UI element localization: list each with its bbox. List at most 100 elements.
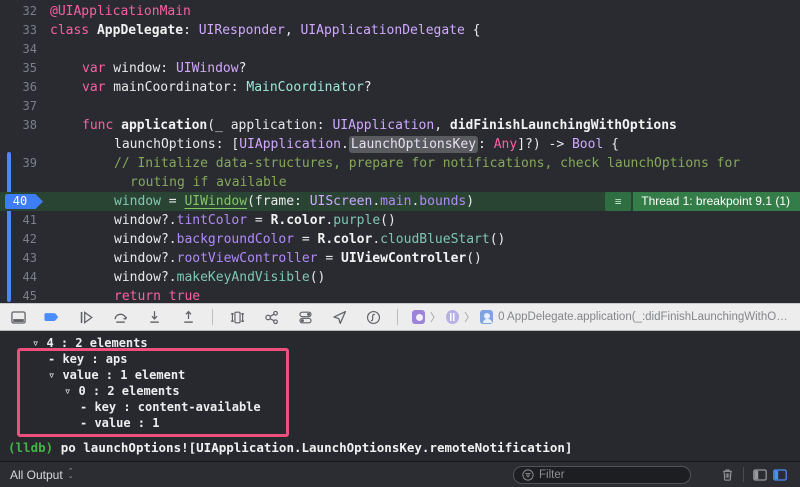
step-into-icon[interactable] (144, 307, 164, 327)
breakpoints-toggle-icon[interactable] (42, 307, 62, 327)
code-line[interactable]: 36var mainCoordinator: MainCoordinator? (0, 78, 800, 97)
code-line[interactable]: 38func application(_ application: UIAppl… (0, 116, 800, 135)
code-text[interactable]: launchOptions: [UIApplication.LaunchOpti… (46, 135, 800, 154)
line-number[interactable] (0, 173, 46, 192)
line-number[interactable] (0, 135, 46, 154)
debug-menu-icon[interactable]: ≡ (605, 192, 631, 211)
console-bottom-bar: All Output ⌃⌄ (0, 461, 800, 487)
code-token: R.color (318, 232, 373, 247)
code-text[interactable]: class AppDelegate: UIResponder, UIApplic… (46, 21, 800, 40)
code-token: . (372, 194, 380, 209)
code-token: var (82, 80, 105, 95)
line-number[interactable]: 44 (0, 268, 46, 287)
code-text[interactable]: var window: UIWindow? (46, 59, 800, 78)
bottom-bar-divider (743, 467, 744, 482)
breakpoint-badge[interactable]: ≡Thread 1: breakpoint 9.1 (1) (605, 192, 800, 211)
code-text[interactable]: // Initalize data-structures, prepare fo… (46, 154, 800, 173)
code-token: { (465, 23, 481, 38)
debug-jump-bar[interactable]: 〉 〉 0 AppDelegate.application(_:didFinis… (412, 309, 792, 325)
code-line[interactable]: 42window?.backgroundColor = R.color.clou… (0, 230, 800, 249)
code-token: (_ application: (207, 118, 332, 133)
line-number[interactable]: 41 (0, 211, 46, 230)
code-line[interactable]: 44window?.makeKeyAndVisible() (0, 268, 800, 287)
code-text[interactable]: @UIApplicationMain (46, 2, 800, 21)
code-token: var (82, 61, 105, 76)
code-token: ]?) -> (517, 137, 572, 152)
line-number[interactable]: 34 (0, 40, 46, 59)
line-number[interactable]: 43 (0, 249, 46, 268)
line-number[interactable]: 33 (0, 21, 46, 40)
code-text[interactable]: routing if available (46, 173, 800, 192)
show-variables-view-icon[interactable] (750, 465, 770, 485)
code-text[interactable]: window?.backgroundColor = R.color.cloudB… (46, 230, 800, 249)
console-filter-field[interactable] (513, 466, 691, 484)
line-number[interactable]: 35 (0, 59, 46, 78)
line-number[interactable]: 40 (0, 192, 46, 211)
line-number[interactable]: 38 (0, 116, 46, 135)
app-icon[interactable] (412, 310, 425, 324)
debug-memory-graph-icon[interactable] (261, 307, 281, 327)
step-over-icon[interactable] (110, 307, 130, 327)
line-number[interactable]: 39 (0, 154, 46, 173)
code-lines: 32@UIApplicationMain33class AppDelegate:… (0, 0, 800, 303)
code-line[interactable]: routing if available (0, 173, 800, 192)
clear-console-icon[interactable] (717, 465, 737, 485)
lldb-command[interactable] (53, 440, 61, 455)
code-text[interactable]: return true (46, 287, 800, 303)
code-line[interactable]: 41window?.tintColor = R.color.purple() (0, 211, 800, 230)
code-token: cloudBlueStart (380, 232, 490, 247)
code-token: UIApplicationDelegate (300, 23, 464, 38)
instruments-icon[interactable] (363, 307, 383, 327)
jump-bar-text[interactable]: 0 AppDelegate.application(_:didFinishLau… (498, 311, 792, 323)
code-line[interactable]: 43window?.rootViewController = UIViewCon… (0, 249, 800, 268)
debug-view-hierarchy-icon[interactable] (227, 307, 247, 327)
code-token: window: (105, 61, 175, 76)
code-text[interactable]: func application(_ application: UIApplic… (46, 116, 800, 135)
code-line[interactable]: 35var window: UIWindow? (0, 59, 800, 78)
code-line[interactable]: 32@UIApplicationMain (0, 2, 800, 21)
lldb-command-text[interactable]: po launchOptions![UIApplication.LaunchOp… (61, 440, 573, 455)
code-token: main (380, 194, 411, 209)
code-text[interactable] (46, 40, 800, 59)
code-line[interactable]: 37 (0, 97, 800, 116)
debug-console[interactable]: ▿ 4 : 2 elements- key : aps▿ value : 1 e… (0, 331, 800, 461)
code-line[interactable]: launchOptions: [UIApplication.LaunchOpti… (0, 135, 800, 154)
stack-frame-icon[interactable] (480, 310, 493, 324)
breakpoint-marker[interactable]: 40 (5, 194, 43, 209)
line-number[interactable]: 36 (0, 78, 46, 97)
thread-icon[interactable] (446, 310, 459, 324)
code-line[interactable]: 40window = UIWindow(frame: UIScreen.main… (0, 192, 800, 211)
continue-icon[interactable] (76, 307, 96, 327)
simulate-location-icon[interactable] (329, 307, 349, 327)
code-text[interactable]: window?.rootViewController = UIViewContr… (46, 249, 800, 268)
code-line[interactable]: 45return true (0, 287, 800, 303)
filter-input[interactable] (539, 469, 682, 481)
line-number[interactable]: 45 (0, 287, 46, 303)
step-out-icon[interactable] (178, 307, 198, 327)
code-line[interactable]: 33class AppDelegate: UIResponder, UIAppl… (0, 21, 800, 40)
code-token: purple (333, 213, 380, 228)
environment-overrides-icon[interactable] (295, 307, 315, 327)
code-text[interactable]: window?.makeKeyAndVisible() (46, 268, 800, 287)
chevron-right-icon: 〉 (430, 309, 441, 325)
code-token: func (82, 118, 113, 133)
code-text[interactable]: window?.tintColor = R.color.purple() (46, 211, 800, 230)
code-text[interactable]: var mainCoordinator: MainCoordinator? (46, 78, 800, 97)
code-token: tintColor (177, 213, 247, 228)
line-number[interactable]: 37 (0, 97, 46, 116)
line-number[interactable]: 32 (0, 2, 46, 21)
code-token: , (434, 118, 450, 133)
hide-debug-area-icon[interactable] (8, 307, 28, 327)
code-token: makeKeyAndVisible (177, 270, 310, 285)
code-line[interactable]: 39// Initalize data-structures, prepare … (0, 154, 800, 173)
output-scope-selector[interactable]: All Output ⌃⌄ (10, 468, 74, 482)
line-number[interactable]: 42 (0, 230, 46, 249)
code-line[interactable]: 34 (0, 40, 800, 59)
code-token: () (490, 232, 506, 247)
lldb-input-line[interactable]: (lldb) po launchOptions![UIApplication.L… (0, 440, 800, 456)
show-console-view-icon[interactable] (770, 465, 790, 485)
code-text[interactable] (46, 97, 800, 116)
code-token: ? (239, 61, 247, 76)
source-editor[interactable]: 32@UIApplicationMain33class AppDelegate:… (0, 0, 800, 303)
code-token: application (113, 118, 207, 133)
